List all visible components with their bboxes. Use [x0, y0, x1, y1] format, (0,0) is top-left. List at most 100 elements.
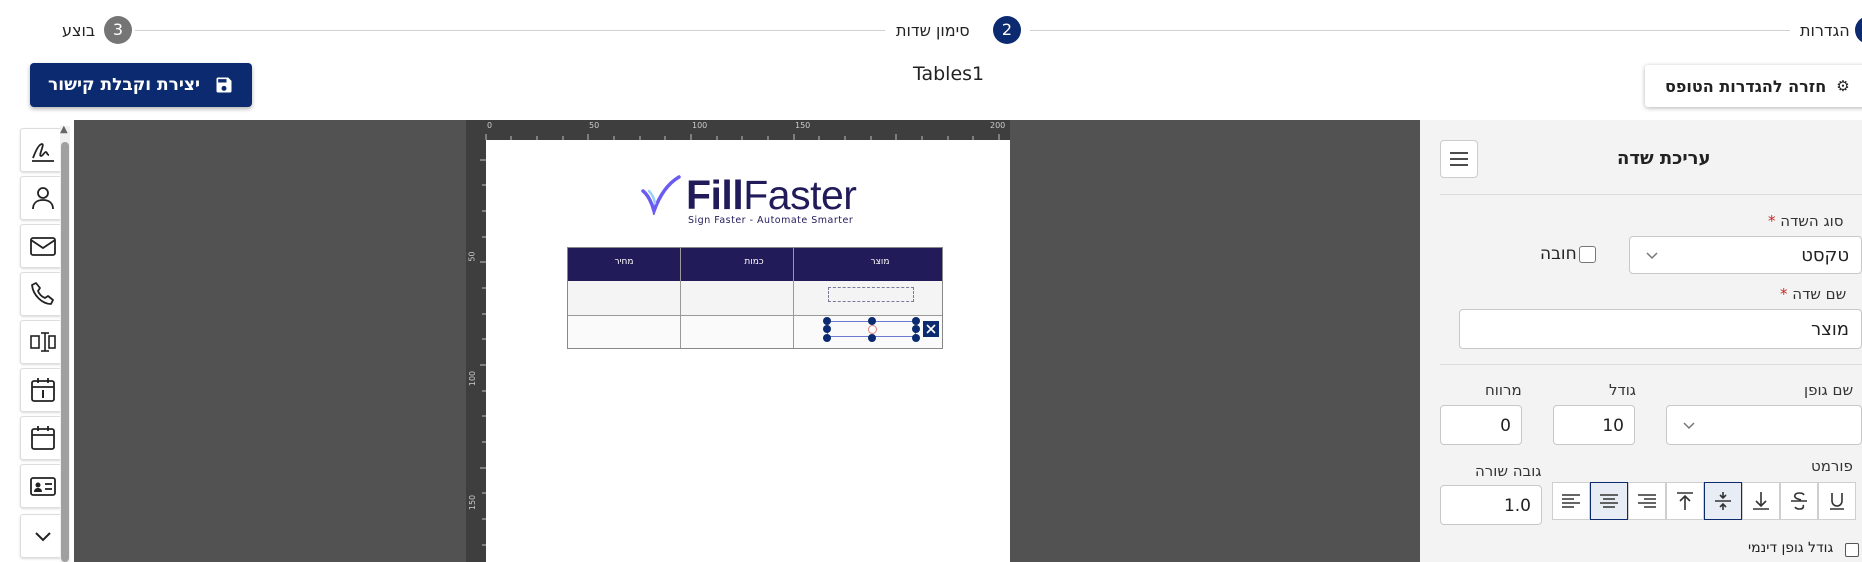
scroll-up-arrow-icon[interactable]: ▲ — [60, 124, 68, 135]
rotate-handle[interactable] — [868, 325, 877, 334]
back-button-label: חזרה להגדרות הטופס — [1665, 76, 1827, 96]
strikethrough-icon — [1791, 492, 1807, 510]
ruler-tick-label: 150 — [795, 121, 811, 130]
line-height-value: 1.0 — [1503, 496, 1531, 516]
panel-divider — [1440, 194, 1862, 195]
align-vertical-center-icon — [1715, 492, 1731, 510]
size-value: 10 — [1602, 416, 1624, 436]
spacing-input[interactable]: 0 — [1440, 405, 1522, 445]
table-header-cell: מוצר — [870, 257, 890, 267]
table-header-cell: כמות — [744, 257, 764, 267]
logo-text-faster: Faster — [743, 172, 857, 218]
field-name-value: מוצר — [1811, 319, 1849, 340]
gear-icon: ⚙ — [1836, 77, 1850, 95]
fillfaster-logo-mark-icon — [641, 175, 681, 215]
align-center-button[interactable] — [1590, 482, 1628, 520]
resize-handle[interactable] — [912, 325, 920, 333]
table-column-divider — [680, 248, 681, 348]
dynamic-font-label: גודל גופן דינמי — [1748, 540, 1834, 556]
step-3-number: 3 — [104, 16, 132, 44]
valign-bottom-button[interactable] — [1742, 482, 1780, 520]
resize-handle[interactable] — [823, 334, 831, 342]
calendar-icon — [31, 426, 55, 450]
ruler-tick-label: 50 — [589, 121, 600, 130]
person-icon — [32, 187, 54, 210]
ruler-tick-label: 150 — [468, 494, 478, 511]
envelope-icon — [30, 237, 56, 256]
size-label: גודל — [1609, 381, 1636, 399]
valign-top-button[interactable] — [1666, 482, 1704, 520]
stepper-line — [135, 30, 885, 31]
field-type-label: * סוג השדה — [1768, 212, 1844, 230]
close-icon — [926, 324, 936, 334]
line-height-label: גובה שורה — [1475, 462, 1542, 480]
format-label: פורמט — [1811, 457, 1853, 475]
resize-handle[interactable] — [912, 317, 920, 325]
align-center-icon — [1600, 494, 1618, 508]
align-bottom-icon — [1753, 492, 1769, 510]
placed-text-field[interactable] — [828, 287, 914, 302]
field-name-input[interactable]: מוצר — [1459, 309, 1862, 349]
field-type-select[interactable]: טקסט — [1629, 236, 1862, 274]
ruler-tick-label: 200 — [990, 121, 1006, 130]
field-name-label: * שם שדה — [1780, 285, 1847, 303]
align-right-button[interactable] — [1628, 482, 1666, 520]
resize-handle[interactable] — [912, 334, 920, 342]
step-3-label: בוצע — [62, 21, 96, 40]
underline-button[interactable] — [1818, 482, 1856, 520]
align-left-icon — [1562, 494, 1580, 508]
toolbar-scroll-thumb[interactable] — [61, 142, 69, 562]
floppy-disk-icon — [216, 77, 232, 93]
valign-middle-button[interactable] — [1704, 482, 1742, 520]
ruler-tick-label: 0 — [487, 121, 493, 130]
calendar-day-icon — [31, 378, 55, 402]
logo-tagline: Sign Faster - Automate Smarter — [688, 215, 854, 226]
table-header-cell: מחיר — [614, 257, 634, 267]
ruler-tick-label: 100 — [692, 121, 708, 130]
chevron-down-icon — [35, 532, 51, 542]
chevron-down-icon — [1646, 252, 1658, 260]
ruler-top: 0 50 100 150 200 — [466, 120, 1010, 140]
stepper-line — [1030, 30, 1790, 31]
step-1-number: 1 — [1855, 16, 1862, 44]
field-type-value: טקסט — [1801, 245, 1849, 266]
resize-handle[interactable] — [868, 334, 876, 342]
back-to-form-settings-button[interactable]: חזרה להגדרות הטופס ⚙ — [1645, 65, 1862, 107]
resize-handle[interactable] — [868, 317, 876, 325]
strikethrough-button[interactable] — [1780, 482, 1818, 520]
panel-divider — [1440, 364, 1862, 365]
delete-field-button[interactable] — [923, 321, 939, 337]
signature-icon — [32, 143, 54, 162]
resize-handle[interactable] — [823, 317, 831, 325]
panel-title: עריכת שדה — [1617, 148, 1711, 169]
hamburger-menu-icon — [1450, 152, 1468, 166]
spacing-label: מרווח — [1485, 381, 1522, 399]
resize-handle[interactable] — [823, 325, 831, 333]
form-title: Tables1 — [913, 63, 985, 85]
ruler-left: 50 100 150 — [466, 140, 486, 562]
font-name-select[interactable] — [1666, 405, 1862, 445]
align-left-button[interactable] — [1552, 482, 1590, 520]
align-right-icon — [1638, 494, 1656, 508]
line-height-input[interactable]: 1.0 — [1440, 485, 1542, 525]
dynamic-font-checkbox[interactable] — [1845, 543, 1859, 557]
table-column-divider — [793, 248, 794, 348]
phone-icon — [31, 282, 54, 305]
text-field-icon — [30, 332, 56, 352]
chevron-down-icon — [1683, 422, 1695, 430]
save-button-label: יצירת וקבלת קישור — [48, 75, 200, 95]
logo-text-fill: Fill — [686, 172, 744, 218]
font-name-label: שם גופן — [1804, 381, 1854, 399]
spacing-value: 0 — [1500, 416, 1511, 436]
panel-menu-button[interactable] — [1440, 140, 1478, 178]
size-input[interactable]: 10 — [1553, 405, 1635, 445]
ruler-tick-label: 50 — [467, 251, 477, 262]
save-and-get-link-button[interactable]: יצירת וקבלת קישור — [30, 63, 252, 107]
step-2-label: סימון שדות — [896, 21, 970, 40]
id-card-icon — [30, 477, 56, 496]
required-checkbox[interactable] — [1579, 246, 1596, 263]
required-label: חובה — [1540, 244, 1577, 264]
step-2-number: 2 — [993, 16, 1021, 44]
ruler-tick-label: 100 — [468, 370, 478, 387]
document-page[interactable]: FillFaster Sign Faster - Automate Smarte… — [486, 140, 1010, 562]
